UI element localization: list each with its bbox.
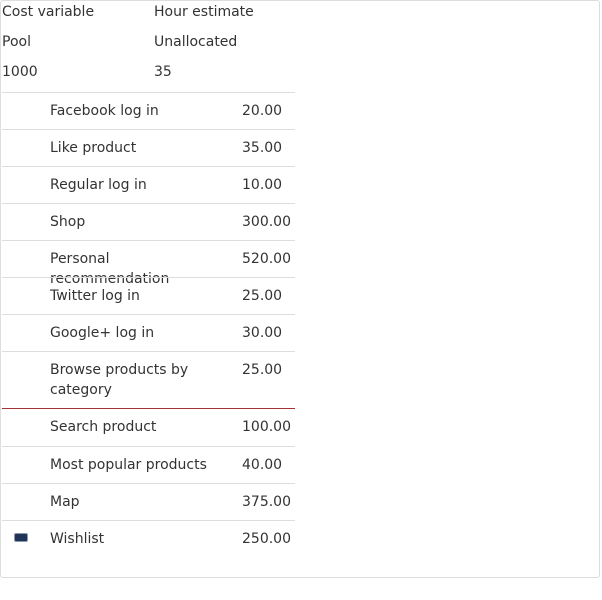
cost-variable-heading: Cost variable bbox=[2, 4, 95, 20]
item-hours: 10.00 bbox=[242, 177, 283, 193]
list-item-like-product[interactable]: Like product 35.00 bbox=[2, 129, 295, 166]
item-name: Most popular products bbox=[50, 457, 207, 473]
item-name: Regular log in bbox=[50, 177, 147, 193]
summary-label-row: Pool Unallocated bbox=[2, 32, 302, 52]
cost-variable-list: Facebook log in 20.00 Like product 35.00… bbox=[2, 92, 295, 557]
item-hours: 35.00 bbox=[242, 140, 283, 156]
list-item-facebook-log-in[interactable]: Facebook log in 20.00 bbox=[2, 92, 295, 129]
item-hours: 300.00 bbox=[242, 214, 291, 230]
item-name: Browse products by category bbox=[50, 362, 189, 398]
item-name: Shop bbox=[50, 214, 86, 230]
list-item-map[interactable]: Map 375.00 bbox=[2, 483, 295, 520]
item-hours: 250.00 bbox=[242, 531, 291, 547]
item-hours: 100.00 bbox=[242, 419, 291, 435]
list-item-wishlist[interactable]: Wishlist 250.00 bbox=[2, 520, 295, 557]
list-item-shop[interactable]: Shop 300.00 bbox=[2, 203, 295, 240]
item-hours: 375.00 bbox=[242, 494, 291, 510]
item-name: Google+ log in bbox=[50, 325, 155, 341]
list-item-search-product[interactable]: Search product 100.00 bbox=[2, 409, 295, 446]
drag-handle-icon[interactable] bbox=[14, 533, 28, 542]
list-item-twitter-log-in[interactable]: Twitter log in 25.00 bbox=[2, 277, 295, 314]
item-name: Search product bbox=[50, 419, 157, 435]
list-item-google-plus-log-in[interactable]: Google+ log in 30.00 bbox=[2, 314, 295, 351]
pool-value: 1000 bbox=[2, 64, 38, 80]
list-item-browse-products-by-category[interactable]: Browse products by category 25.00 bbox=[2, 351, 295, 409]
item-name: Map bbox=[50, 494, 80, 510]
pool-label: Pool bbox=[2, 34, 31, 50]
item-hours: 520.00 bbox=[242, 251, 291, 267]
item-name: Twitter log in bbox=[50, 288, 140, 304]
item-name: Like product bbox=[50, 140, 137, 156]
item-hours: 30.00 bbox=[242, 325, 283, 341]
hour-estimate-heading: Hour estimate bbox=[154, 4, 254, 20]
list-item-personal-recommendation[interactable]: Personal recommendation 520.00 bbox=[2, 240, 295, 287]
list-item-regular-log-in[interactable]: Regular log in 10.00 bbox=[2, 166, 295, 203]
item-hours: 20.00 bbox=[242, 103, 283, 119]
item-name: Wishlist bbox=[50, 531, 105, 547]
list-item-most-popular-products[interactable]: Most popular products 40.00 bbox=[2, 446, 295, 483]
item-hours: 25.00 bbox=[242, 288, 283, 304]
header-row: Cost variable Hour estimate bbox=[2, 2, 302, 22]
item-hours: 40.00 bbox=[242, 457, 283, 473]
summary-value-row: 1000 35 bbox=[2, 62, 302, 82]
unallocated-label: Unallocated bbox=[154, 34, 238, 50]
item-hours: 25.00 bbox=[242, 362, 283, 378]
item-name: Facebook log in bbox=[50, 103, 159, 119]
unallocated-value: 35 bbox=[154, 64, 172, 80]
estimate-panel: Cost variable Hour estimate Pool Unalloc… bbox=[0, 0, 600, 578]
